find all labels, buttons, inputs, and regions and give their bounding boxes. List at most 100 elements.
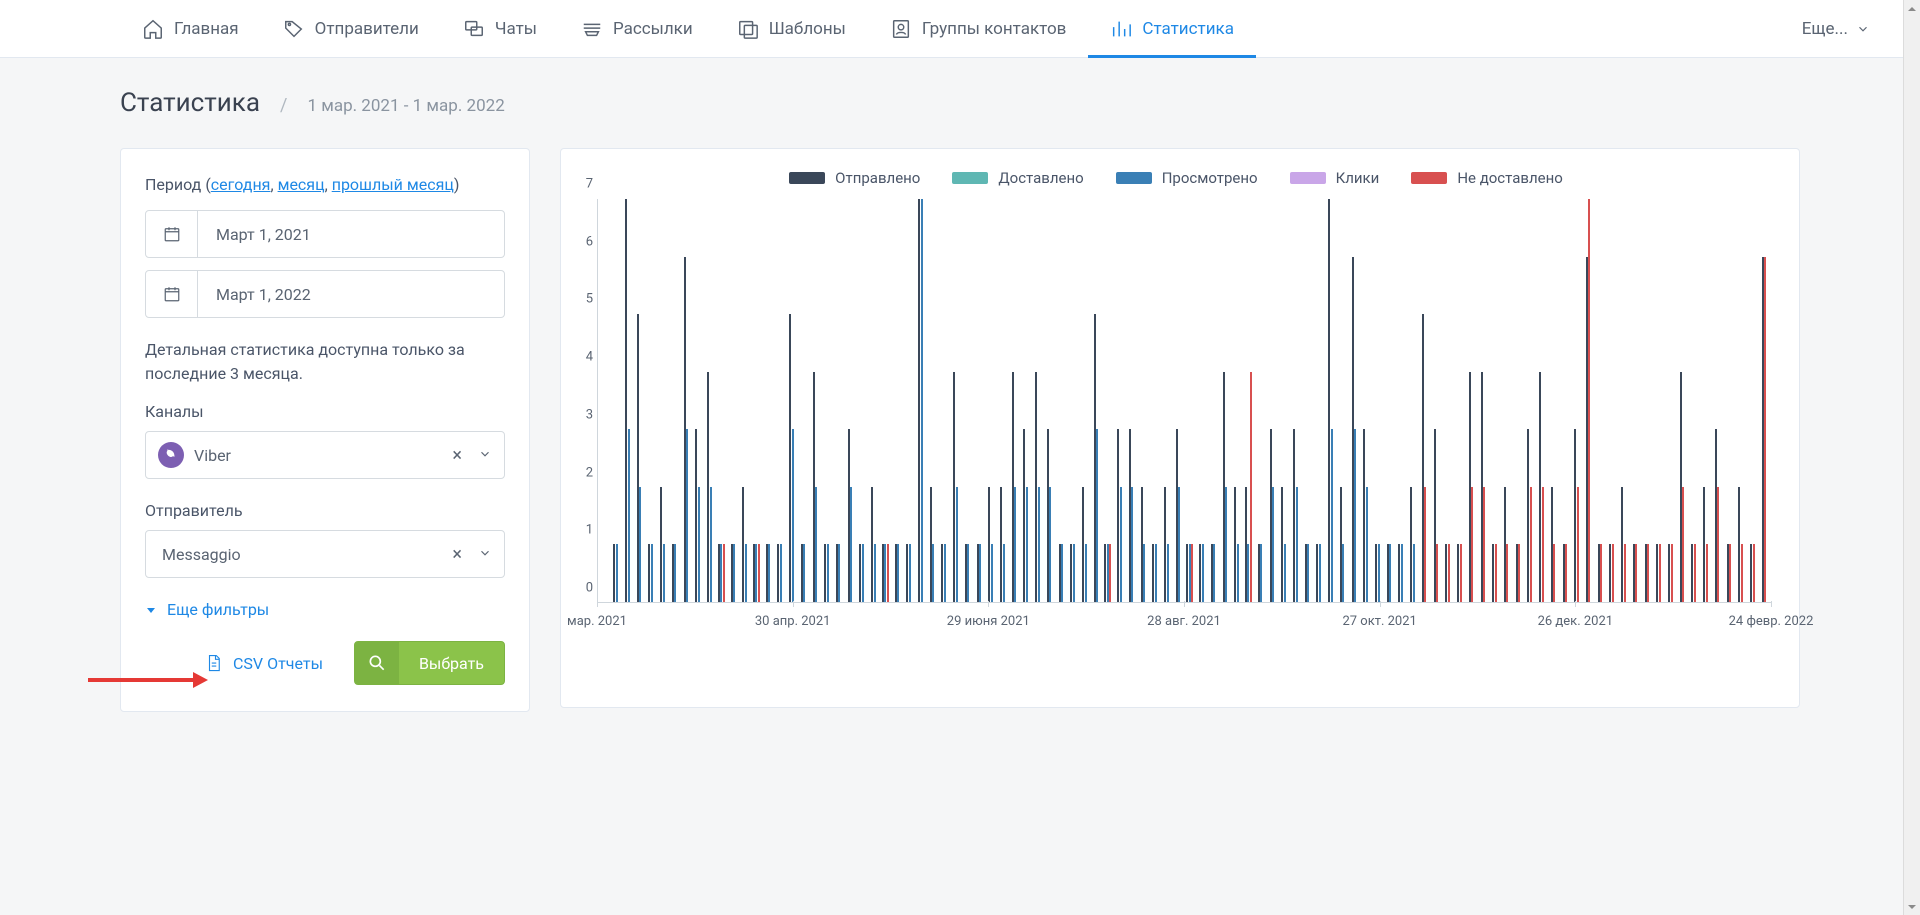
bar xyxy=(1284,544,1286,602)
date-from-value: Март 1, 2021 xyxy=(198,225,311,244)
bar xyxy=(1120,487,1122,602)
bar xyxy=(921,199,923,602)
legend-item[interactable]: Клики xyxy=(1290,169,1380,187)
legend-label: Не доставлено xyxy=(1457,169,1563,187)
nav-templates[interactable]: Шаблоны xyxy=(715,0,868,57)
bar xyxy=(1671,544,1673,602)
bar xyxy=(897,544,899,602)
bar xyxy=(745,544,747,602)
bar xyxy=(1342,544,1344,602)
sender-label: Отправитель xyxy=(145,501,505,520)
nav-label: Статистика xyxy=(1142,19,1234,39)
nav-senders[interactable]: Отправители xyxy=(261,0,441,57)
bar xyxy=(1073,544,1075,602)
bar xyxy=(1167,544,1169,602)
nav-contact-groups[interactable]: Группы контактов xyxy=(868,0,1089,57)
templates-icon xyxy=(737,18,759,40)
bar xyxy=(1413,544,1415,602)
channel-value: Viber xyxy=(194,446,436,465)
bar xyxy=(698,487,700,602)
sender-value: Messaggio xyxy=(158,545,436,564)
bar xyxy=(1741,544,1743,602)
legend-swatch xyxy=(1116,172,1152,184)
clear-icon[interactable]: × xyxy=(446,544,468,565)
nav-campaigns[interactable]: Рассылки xyxy=(559,0,715,57)
page-title: Статистика xyxy=(120,88,260,118)
scroll-up-button[interactable] xyxy=(1904,0,1920,17)
period-lastmonth-link[interactable]: прошлый месяц xyxy=(332,175,454,194)
bar xyxy=(1448,544,1450,602)
bar xyxy=(1096,429,1098,602)
scrollbar[interactable] xyxy=(1903,0,1920,915)
bar xyxy=(1612,544,1614,602)
legend-item[interactable]: Не доставлено xyxy=(1411,169,1563,187)
chart-area: 01234567 мар. 202130 апр. 202129 июня 20… xyxy=(597,199,1771,629)
bar xyxy=(1014,487,1016,602)
y-tick: 4 xyxy=(586,350,593,365)
bar xyxy=(1694,544,1696,602)
chevron-down-icon xyxy=(478,545,492,564)
bar xyxy=(1319,544,1321,602)
bar xyxy=(768,544,770,602)
chart-card: Отправлено Доставлено Просмотрено Клики Не д… xyxy=(560,148,1800,708)
period-month-link[interactable]: месяц xyxy=(278,175,325,194)
nav-chats[interactable]: Чаты xyxy=(441,0,559,57)
sender-select[interactable]: Messaggio × xyxy=(145,530,505,578)
breadcrumb-separator: / xyxy=(280,95,287,116)
nav-statistics[interactable]: Статистика xyxy=(1088,0,1256,57)
bar xyxy=(1296,487,1298,602)
bar xyxy=(1354,429,1356,602)
bar xyxy=(1213,544,1215,602)
bar xyxy=(1389,544,1391,602)
clear-icon[interactable]: × xyxy=(446,445,468,466)
more-filters-toggle[interactable]: Еще фильтры xyxy=(145,600,505,619)
bar xyxy=(1483,487,1485,602)
csv-reports-link[interactable]: CSV Отчеты xyxy=(205,653,323,673)
select-button[interactable]: Выбрать xyxy=(354,641,505,685)
bar xyxy=(1131,487,1133,602)
bar xyxy=(1225,487,1227,602)
bar xyxy=(1717,487,1719,602)
bar xyxy=(1764,257,1766,602)
period-today-link[interactable]: сегодня xyxy=(211,175,271,194)
calendar-icon-box xyxy=(146,271,198,317)
date-from-field[interactable]: Март 1, 2021 xyxy=(145,210,505,258)
legend-item[interactable]: Доставлено xyxy=(952,169,1083,187)
chevron-down-icon xyxy=(478,446,492,465)
page-header: Статистика / 1 мар. 2021 - 1 мар. 2022 xyxy=(120,88,1800,118)
bar xyxy=(1624,544,1626,602)
top-nav: Главная Отправители Чаты Рассылки Шаблон… xyxy=(0,0,1920,58)
bar xyxy=(616,544,618,602)
x-label: 29 июня 2021 xyxy=(947,614,1030,629)
bar xyxy=(1155,544,1157,602)
chart-plot[interactable] xyxy=(597,199,1771,603)
legend-item[interactable]: Просмотрено xyxy=(1116,169,1258,187)
bar xyxy=(1109,544,1111,602)
legend-label: Отправлено xyxy=(835,169,920,187)
nav-more[interactable]: Еще... xyxy=(1802,19,1890,39)
bar xyxy=(874,544,876,602)
channel-select[interactable]: Viber × xyxy=(145,431,505,479)
legend-item[interactable]: Отправлено xyxy=(789,169,920,187)
scroll-down-button[interactable] xyxy=(1904,898,1920,915)
date-to-field[interactable]: Март 1, 2022 xyxy=(145,270,505,318)
bar xyxy=(1366,487,1368,602)
bar xyxy=(1553,544,1555,602)
bar xyxy=(1495,544,1497,602)
bar xyxy=(956,487,958,602)
chevron-down-icon xyxy=(1856,22,1870,36)
nav-label: Главная xyxy=(174,19,239,39)
bar xyxy=(758,544,760,602)
file-icon xyxy=(205,653,223,673)
bar xyxy=(639,487,641,602)
bar xyxy=(1026,487,1028,602)
bar xyxy=(1460,544,1462,602)
bar xyxy=(723,544,725,602)
bar xyxy=(663,544,665,602)
actions-row: CSV Отчеты Выбрать xyxy=(145,641,505,685)
select-button-label: Выбрать xyxy=(399,654,504,673)
bar xyxy=(651,544,653,602)
nav-label: Группы контактов xyxy=(922,19,1067,39)
nav-home[interactable]: Главная xyxy=(120,0,261,57)
inbox-icon xyxy=(581,18,603,40)
